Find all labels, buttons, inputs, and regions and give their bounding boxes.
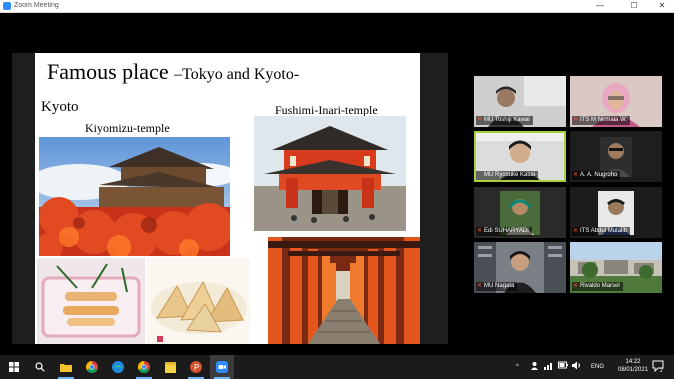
fushimi-inari-gate-photo [254, 116, 406, 231]
participant-tile[interactable]: ✕ ITS Abdul Mutalib [570, 187, 662, 238]
chrome-icon [138, 361, 150, 373]
muted-mic-icon: ✕ [573, 172, 579, 178]
start-button[interactable] [2, 355, 26, 379]
maximize-button[interactable]: ☐ [624, 0, 644, 12]
participant-name: ✕ ITS Abdul Mutalib [572, 227, 631, 236]
meeting-stage: Famous place –Tokyo and Kyoto- Kyoto Kiy… [0, 13, 674, 355]
volume-icon[interactable] [572, 361, 582, 373]
search-button[interactable] [28, 355, 52, 379]
participant-name: ✕ MU Nagata [476, 282, 518, 291]
sticky-notes-icon [164, 361, 176, 373]
participant-tile[interactable]: ✕ A. A. Nugroho [570, 131, 662, 182]
file-explorer-button[interactable] [54, 355, 78, 379]
slide-title: Famous place –Tokyo and Kyoto- [47, 59, 299, 85]
minimize-button[interactable]: — [590, 0, 610, 12]
participant-name: ✕ ITS M Nirmala W. [572, 116, 631, 125]
clock-time: 14:22 [625, 359, 641, 365]
muted-mic-icon: ✕ [573, 117, 579, 123]
participant-tile[interactable]: ✕ MU Toshiji Kawai [474, 76, 566, 127]
participant-name-text: A. A. Nugroho [580, 172, 618, 178]
svg-text:P: P [194, 363, 199, 372]
sticky-notes-button[interactable] [158, 355, 182, 379]
participant-tile[interactable]: ✕ Edi SUHARYADI [474, 187, 566, 238]
chrome-button[interactable] [80, 355, 104, 379]
notification-count-badge: 2 [660, 368, 663, 374]
people-icon[interactable] [530, 361, 539, 373]
participant-tile-active-speaker[interactable]: ✕MU Ryosuke Kasai [474, 131, 566, 182]
participant-tile[interactable]: ✕ MU Nagata [474, 242, 566, 293]
window-title-bar: Zoom Meeting — ☐ ✕ [0, 0, 674, 13]
start-icon [9, 362, 19, 372]
participant-name: ✕MU Ryosuke Kasai [476, 171, 539, 180]
chrome-button-2[interactable] [132, 355, 156, 379]
muted-mic-icon: ✕ [477, 228, 483, 234]
clock-date: 08/01/2021 [618, 367, 649, 373]
muted-mic-icon: ✕ [573, 228, 579, 234]
participant-name-text: ITS M Nirmala W. [580, 117, 628, 123]
yatsuhashi-sweets-photo [37, 258, 145, 344]
participant-name-text: Rivaldo Marsel [580, 283, 620, 289]
participant-name-text: MU Toshiji Kawai [484, 117, 530, 123]
battery-icon[interactable] [558, 361, 568, 372]
kiyomizu-label: Kiyomizu-temple [85, 121, 170, 135]
tray-overflow-button[interactable]: ^ [516, 363, 519, 371]
participant-tile[interactable]: ✕ ITS M Nirmala W. [570, 76, 662, 127]
participant-name-text: ITS Abdul Mutalib [580, 228, 628, 234]
zoom-app-icon [3, 2, 11, 10]
edge-button[interactable] [106, 355, 130, 379]
window-title: Zoom Meeting [14, 2, 59, 9]
muted-mic-icon: ✕ [477, 117, 483, 123]
chrome-icon [86, 361, 98, 373]
slide-title-sub: –Tokyo and Kyoto- [174, 66, 300, 83]
participant-name: ✕ A. A. Nugroho [572, 171, 621, 180]
file-explorer-icon [60, 364, 72, 372]
zoom-taskbar-button[interactable] [210, 355, 234, 379]
participant-tile[interactable]: ✕ Rivaldo Marsel [570, 242, 662, 293]
language-indicator[interactable]: ENG [591, 363, 604, 371]
close-button[interactable]: ✕ [652, 0, 672, 12]
windows-taskbar: P ^ ENG 14:22 08/01/2021 2 [0, 355, 674, 379]
search-icon [35, 362, 45, 372]
muted-mic-icon: ✕ [477, 283, 483, 289]
powerpoint-button[interactable]: P [184, 355, 208, 379]
kiyomizu-temple-photo [39, 137, 230, 256]
participant-name-text: MU Ryosuke Kasai [484, 172, 536, 178]
participant-name: ✕ Edi SUHARYADI [476, 227, 532, 236]
nama-yatsuhashi-photo [147, 258, 250, 344]
network-icon[interactable] [544, 361, 554, 373]
zoom-icon [216, 361, 228, 373]
slide-title-main: Famous place [47, 59, 175, 84]
participant-name-text: MU Nagata [484, 283, 515, 289]
participant-name-text: Edi SUHARYADI [484, 228, 529, 234]
powerpoint-icon: P [190, 361, 202, 373]
edge-icon [112, 361, 124, 373]
clock[interactable]: 14:22 08/01/2021 [618, 358, 648, 374]
slide-section-label: Kyoto [41, 99, 79, 115]
participant-name: ✕ MU Toshiji Kawai [476, 116, 533, 125]
torii-tunnel-photo [268, 237, 420, 344]
participant-name: ✕ Rivaldo Marsel [572, 282, 623, 291]
shared-slide: Famous place –Tokyo and Kyoto- Kyoto Kiy… [35, 53, 420, 344]
muted-mic-icon: ✕ [573, 283, 579, 289]
